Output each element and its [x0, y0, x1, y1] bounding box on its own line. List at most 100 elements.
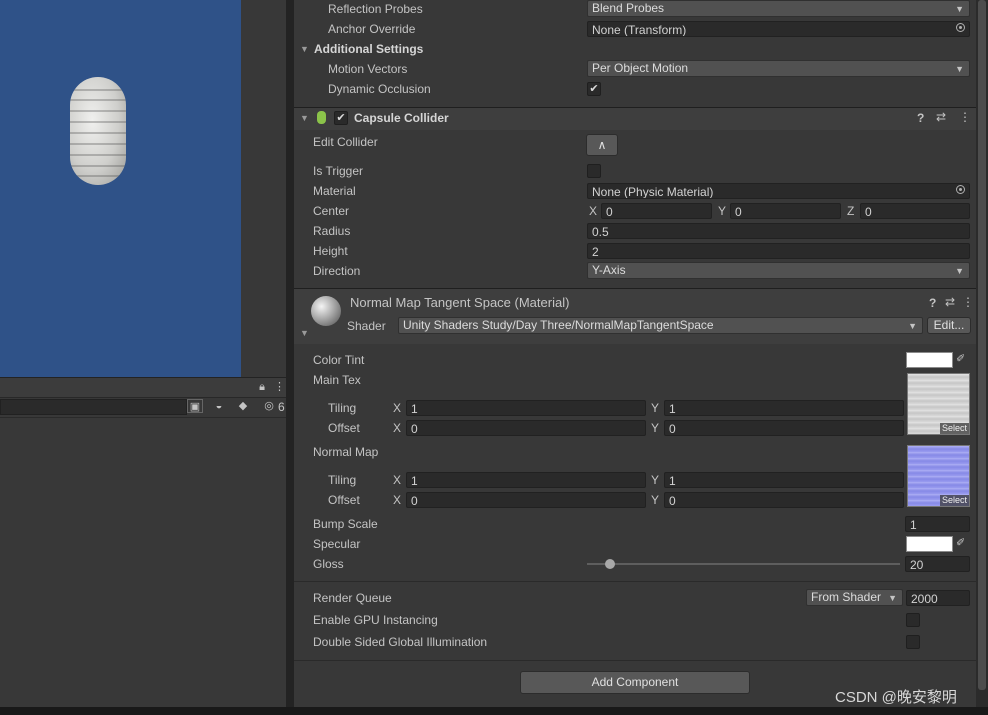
help-icon[interactable]: ? [929, 296, 936, 310]
axis-y-label: Y [651, 493, 660, 507]
specular-color-swatch[interactable] [906, 536, 953, 552]
main-tex-thumbnail[interactable]: Select [907, 373, 970, 435]
hierarchy-search-input[interactable] [0, 399, 187, 415]
axis-x-label: X [393, 401, 402, 415]
reflection-probes-dropdown[interactable]: Blend Probes ▼ [587, 0, 970, 17]
foldout-arrow-icon[interactable]: ▼ [300, 44, 309, 54]
main-tex-select-button[interactable]: Select [939, 423, 969, 434]
gpu-instancing-label: Enable GPU Instancing [313, 613, 438, 627]
render-queue-input[interactable]: 2000 [906, 590, 970, 606]
dynamic-occlusion-checkbox[interactable]: ✔ [587, 82, 601, 96]
kebab-menu-icon[interactable]: ⋮ [274, 380, 285, 394]
reflection-probes-value: Blend Probes [592, 1, 665, 15]
shader-label: Shader [347, 319, 386, 333]
main-tex-offset-y-value: 0 [669, 422, 676, 436]
dynamic-occlusion-label: Dynamic Occlusion [328, 82, 431, 96]
hierarchy-list[interactable] [0, 417, 286, 708]
center-y-axis-label: Y [718, 204, 727, 218]
normal-map-thumbnail[interactable]: Select [907, 445, 970, 507]
normal-map-select-button[interactable]: Select [939, 495, 969, 506]
eyedropper-icon[interactable]: ✐ [956, 352, 965, 365]
normal-map-tiling-x-input[interactable]: 1 [406, 472, 646, 488]
color-tint-swatch[interactable] [906, 352, 953, 368]
edit-collider-icon: ∧ [597, 138, 607, 152]
help-icon[interactable]: ? [917, 111, 924, 125]
section-divider [294, 581, 976, 582]
presets-icon[interactable]: ⇄ [936, 110, 946, 124]
collider-material-label: Material [313, 184, 356, 198]
edit-shader-button[interactable]: Edit... [927, 317, 971, 334]
lock-icon[interactable]: 🔒︎ [256, 380, 268, 394]
double-sided-gi-checkbox[interactable] [906, 635, 920, 649]
main-tex-tiling-x-value: 1 [411, 402, 418, 416]
main-tex-label: Main Tex [313, 373, 361, 387]
scene-view[interactable] [0, 0, 241, 377]
axis-x-label: X [393, 493, 402, 507]
color-tint-label: Color Tint [313, 353, 365, 367]
eyedropper-icon[interactable]: ✐ [956, 536, 965, 549]
gpu-instancing-checkbox[interactable] [906, 613, 920, 627]
foldout-arrow-icon[interactable]: ▼ [300, 113, 309, 123]
gloss-value: 20 [910, 558, 924, 572]
radius-label: Radius [313, 224, 351, 238]
motion-vectors-dropdown[interactable]: Per Object Motion ▼ [587, 60, 970, 77]
normal-map-tiling-x-value: 1 [411, 474, 418, 488]
collider-material-value: None (Physic Material) [592, 185, 714, 199]
center-y-input[interactable]: 0 [730, 203, 841, 219]
capsule-object[interactable] [70, 77, 126, 185]
edit-collider-label: Edit Collider [313, 135, 378, 149]
double-sided-gi-label: Double Sided Global Illumination [313, 635, 488, 649]
center-z-axis-label: Z [847, 204, 855, 218]
center-x-input[interactable]: 0 [601, 203, 712, 219]
capsule-collider-title: Capsule Collider [354, 111, 449, 125]
axis-y-label: Y [651, 401, 660, 415]
normal-map-tiling-y-input[interactable]: 1 [664, 472, 904, 488]
center-label: Center [313, 204, 350, 218]
main-tex-tiling-y-input[interactable]: 1 [664, 400, 904, 416]
bump-scale-input[interactable]: 1 [905, 516, 970, 532]
section-divider [294, 660, 976, 661]
center-z-input[interactable]: 0 [860, 203, 970, 219]
height-input[interactable]: 2 [587, 243, 970, 259]
main-tex-offset-x-input[interactable]: 0 [406, 420, 646, 436]
foldout-arrow-icon[interactable]: ▼ [300, 328, 309, 338]
component-menu-icon[interactable]: ⋮ [962, 295, 974, 309]
direction-dropdown[interactable]: Y-Axis ▼ [587, 262, 970, 279]
main-tex-offset-y-input[interactable]: 0 [664, 420, 904, 436]
filter-by-type-icon[interactable]: ◒ [211, 399, 227, 413]
material-preview-sphere [311, 296, 341, 326]
material-title: Normal Map Tangent Space (Material) [350, 295, 570, 310]
is-trigger-checkbox[interactable] [587, 164, 601, 178]
normal-map-offset-y-input[interactable]: 0 [664, 492, 904, 508]
radius-value: 0.5 [592, 225, 609, 239]
component-menu-icon[interactable]: ⋮ [959, 110, 971, 124]
label-tag-icon[interactable]: ◆ [235, 399, 251, 413]
scene-visibility-icon[interactable]: ▣ [187, 399, 203, 413]
gloss-input[interactable]: 20 [905, 556, 970, 572]
main-tex-tiling-y-value: 1 [669, 402, 676, 416]
render-queue-label: Render Queue [313, 591, 392, 605]
render-queue-mode-dropdown[interactable]: From Shader ▼ [806, 589, 903, 606]
capsule-collider-enabled-checkbox[interactable]: ✔ [334, 111, 348, 125]
anchor-override-label: Anchor Override [328, 22, 416, 36]
gloss-slider-track[interactable] [587, 563, 900, 565]
anchor-override-field[interactable]: None (Transform) [587, 21, 970, 37]
additional-settings-header[interactable]: Additional Settings [314, 42, 423, 56]
main-tex-tiling-x-input[interactable]: 1 [406, 400, 646, 416]
radius-input[interactable]: 0.5 [587, 223, 970, 239]
inspector-scrollbar-thumb[interactable] [978, 0, 986, 690]
normal-map-label: Normal Map [313, 445, 379, 459]
presets-icon[interactable]: ⇄ [945, 295, 955, 309]
object-picker-icon[interactable] [956, 23, 965, 32]
direction-label: Direction [313, 264, 361, 278]
normal-map-offset-x-input[interactable]: 0 [406, 492, 646, 508]
watermark-text: CSDN @晚安黎明 [835, 689, 957, 706]
collider-material-field[interactable]: None (Physic Material) [587, 183, 970, 199]
object-picker-icon[interactable] [956, 185, 965, 194]
add-component-button[interactable]: Add Component [520, 671, 750, 694]
shader-dropdown[interactable]: Unity Shaders Study/Day Three/NormalMapT… [398, 317, 923, 334]
edit-collider-button[interactable]: ∧ [586, 134, 618, 156]
hidden-eye-icon[interactable]: ◎ [262, 399, 276, 413]
normal-map-tiling-y-value: 1 [669, 474, 676, 488]
panel-divider[interactable] [286, 0, 294, 715]
